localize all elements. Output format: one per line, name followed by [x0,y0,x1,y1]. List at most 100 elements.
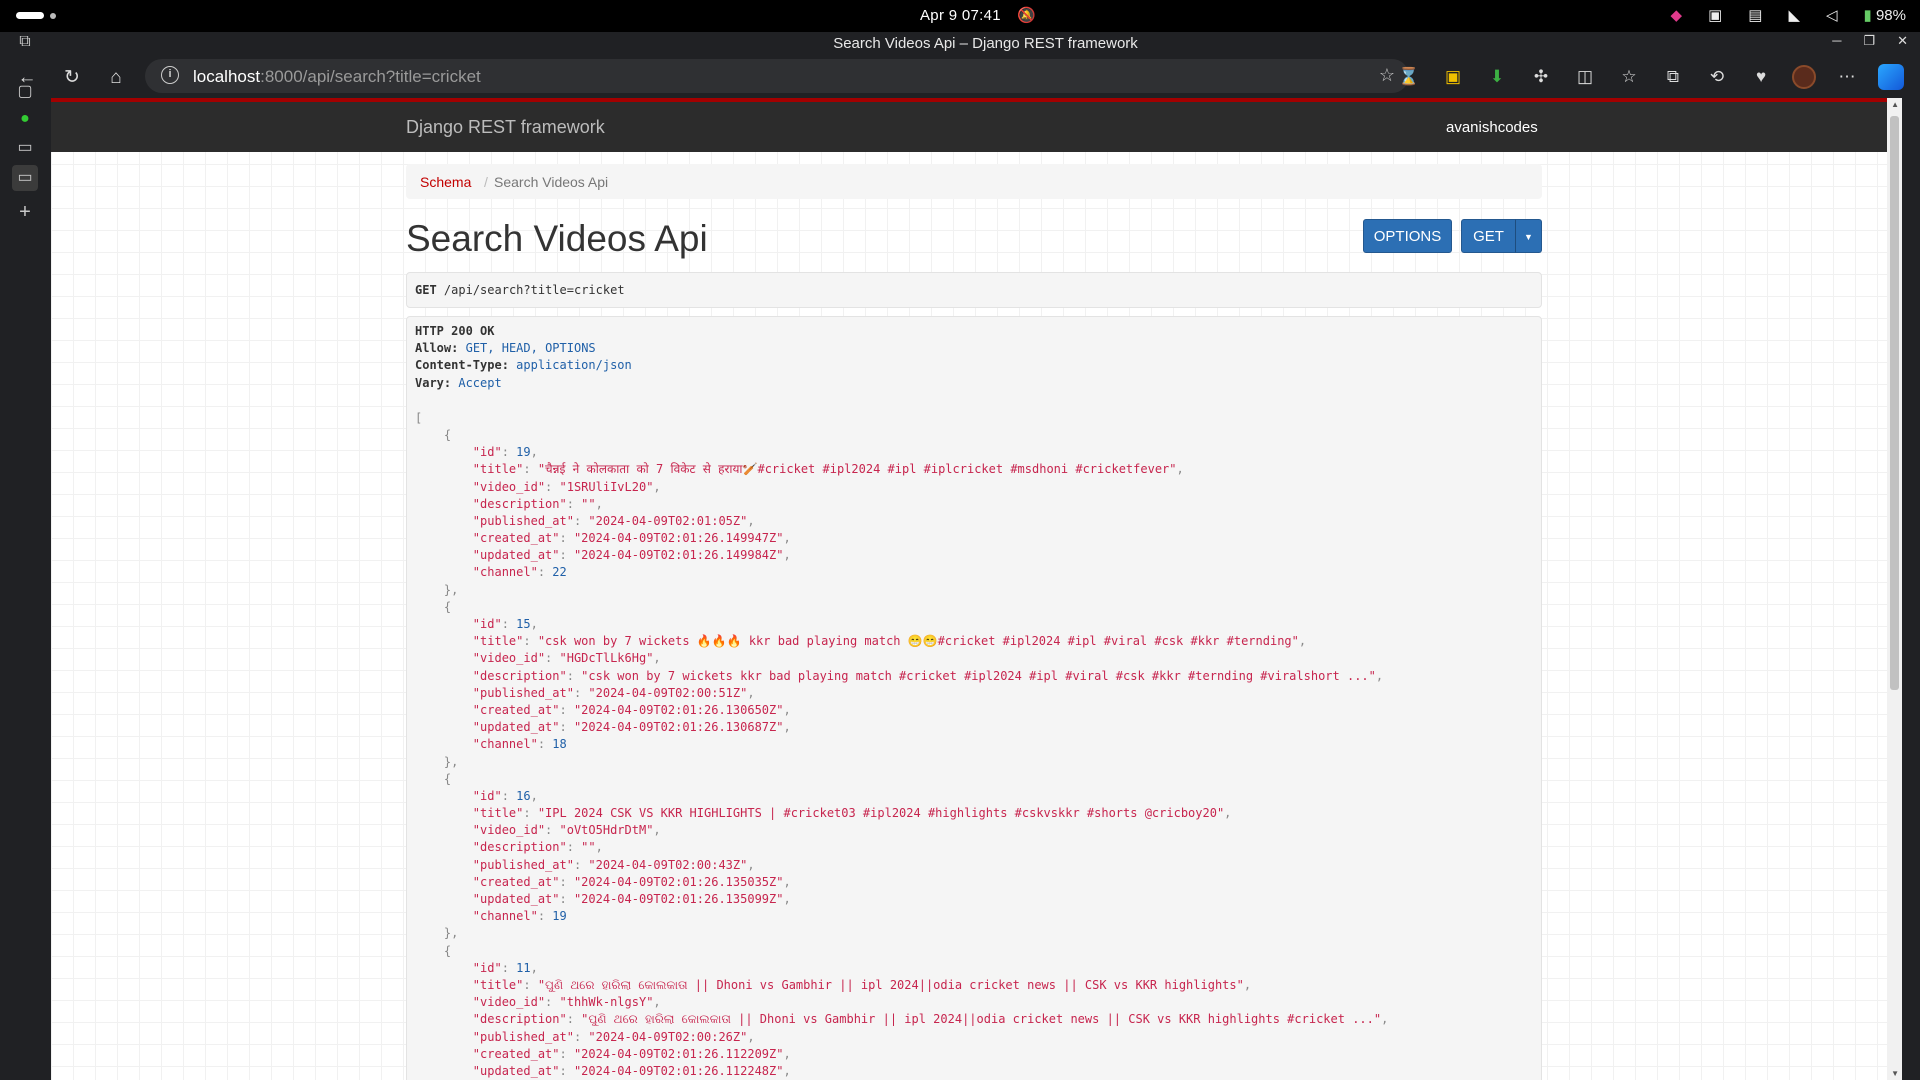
json-key-id: "id" [472,445,502,460]
json-colon: : [523,806,538,821]
profile-avatar[interactable] [1792,65,1816,89]
json-key-published_at: "published_at" [472,513,574,528]
json-colon: : [566,668,582,683]
performance-icon[interactable]: ♥ [1748,64,1774,90]
json-key-title: "title" [472,634,524,649]
options-button[interactable]: OPTIONS [1363,219,1452,253]
json-value-description: "csk won by 7 wickets kkr bad playing ma… [581,668,1376,683]
reload-icon[interactable]: ↻ [59,65,85,91]
json-key-video_id: "video_id" [472,995,546,1010]
json-colon: : [573,685,589,700]
favorite-star-icon[interactable]: ☆ [1379,65,1395,86]
notifications-muted-icon: 🔕 [1017,7,1036,24]
back-icon[interactable]: ← [14,65,40,91]
json-comma: , [595,840,603,855]
json-object-open: { [415,943,1533,960]
favorites-icon[interactable]: ☆ [1616,64,1642,90]
json-value-published_at: "2024-04-09T02:00:51Z" [588,685,748,700]
window-title: Search Videos Api – Django REST framewor… [833,35,1138,52]
json-object-close: }, [415,925,1533,942]
get-button[interactable]: GET [1461,219,1516,253]
json-comma: , [783,702,791,717]
json-key-title: "title" [472,806,524,821]
json-value-title: "csk won by 7 wickets 🔥🔥🔥 kkr bad playin… [537,634,1299,649]
volume-muted-icon[interactable]: ◁ [1826,6,1838,24]
restore-icon[interactable]: ❐ [1863,33,1875,49]
json-field-updated_at: "updated_at": "2024-04-09T02:01:26.13509… [415,891,1533,908]
battery-icon: ▮ [1863,7,1872,24]
content-type-header-value: application/json [516,358,632,373]
download-extension-icon[interactable]: ⬇ [1484,64,1510,90]
json-value-updated_at: "2024-04-09T02:01:26.130687Z" [573,720,784,735]
breadcrumb-schema-link[interactable]: Schema [420,174,471,190]
hourglass-extension-icon[interactable]: ⌛ [1396,64,1422,90]
json-key-title: "title" [472,977,524,992]
json-value-published_at: "2024-04-09T02:00:43Z" [588,857,748,872]
address-bar[interactable]: i localhost:8000/api/search?title=cricke… [145,59,1409,93]
tab-page-icon[interactable]: ▭ [12,135,38,161]
battery-indicator[interactable]: ▮ 98% [1864,6,1906,24]
json-key-description: "description" [472,668,567,683]
tab-active-page-icon[interactable]: ▭ [12,165,38,191]
new-tab-icon[interactable]: + [12,199,38,225]
json-key-description: "description" [472,1012,567,1027]
extensions-puzzle-icon[interactable]: ✣ [1528,64,1554,90]
yellow-extension-icon[interactable]: ▣ [1440,64,1466,90]
json-field-published_at: "published_at": "2024-04-09T02:01:05Z", [415,513,1533,530]
os-clock[interactable]: Apr 9 07:41 [920,7,1001,24]
json-value-published_at: "2024-04-09T02:00:26Z" [588,1029,748,1044]
json-field-video_id: "video_id": "1SRUliIvL20", [415,479,1533,496]
site-info-icon[interactable]: i [161,66,179,84]
json-comma: , [783,548,791,563]
page-scrollbar[interactable]: ▲ ▼ [1887,98,1902,1080]
system-tray[interactable]: ◆ ▣ ▤ ◣ ◁ ▮ 98% [1671,6,1906,24]
copilot-icon[interactable] [1878,64,1904,90]
json-value-title: "IPL 2024 CSK VS KKR HIGHLIGHTS | #crick… [537,806,1225,821]
json-array-open: [ [415,410,423,425]
json-value-id: 11 [516,960,531,975]
json-value-video_id: "thhWk-nlgsY" [559,995,654,1010]
json-value-channel: 18 [552,737,567,752]
format-dropdown-caret-icon[interactable]: ▼ [1515,219,1542,253]
json-field-updated_at: "updated_at": "2024-04-09T02:01:26.13068… [415,719,1533,736]
close-icon[interactable]: ✕ [1897,33,1908,49]
workspace-indicator[interactable] [16,12,44,19]
json-key-video_id: "video_id" [472,823,546,838]
json-colon: : [559,1063,574,1078]
json-colon: : [573,857,589,872]
color-app-icon[interactable]: ◆ [1671,6,1683,24]
browser-window: ⧉ ▢ ● ▭ ▭ + Search Videos Api – Django R… [0,32,1920,1080]
tab-favicon-green[interactable]: ● [12,106,38,132]
json-colon: : [545,651,560,666]
json-key-updated_at: "updated_at" [472,548,560,563]
json-field-description: "description": "", [415,839,1533,856]
home-icon[interactable]: ⌂ [103,65,129,91]
vary-header-key: Vary: [415,375,452,390]
collections-icon[interactable]: ⧉ [1660,64,1686,90]
json-value-video_id: "oVtO5HdrDtM" [559,823,654,838]
url-text[interactable]: localhost:8000/api/search?title=cricket [193,67,481,87]
drf-brand-link[interactable]: Django REST framework [406,117,605,138]
clipboard-icon[interactable]: ▤ [1748,6,1762,24]
json-comma: , [747,513,755,528]
more-menu-icon[interactable]: ⋯ [1834,64,1860,90]
workspace-dot[interactable] [50,13,56,19]
wifi-icon[interactable]: ◣ [1788,6,1800,24]
json-key-channel: "channel" [472,737,538,752]
json-value-published_at: "2024-04-09T02:01:05Z" [588,513,748,528]
json-object-open: { [415,771,1533,788]
response-status: HTTP 200 OK [415,324,495,338]
scroll-down-icon[interactable]: ▼ [1891,1069,1899,1078]
json-key-created_at: "created_at" [472,874,560,889]
json-key-video_id: "video_id" [472,651,546,666]
json-value-created_at: "2024-04-09T02:01:26.130650Z" [573,702,784,717]
workspaces-icon[interactable]: ⧉ [12,29,38,55]
minimize-icon[interactable]: ─ [1832,33,1841,49]
user-menu[interactable]: avanishcodes [1446,119,1538,136]
scroll-up-icon[interactable]: ▲ [1891,100,1899,109]
screenshot-icon[interactable]: ▣ [1708,6,1722,24]
history-icon[interactable]: ⟲ [1704,64,1730,90]
scroll-thumb[interactable] [1890,116,1899,690]
split-screen-icon[interactable]: ◫ [1572,64,1598,90]
json-field-title: "title": "ପୁଣି ଥରେ ହାରିଲା କୋଲକାତା || Dho… [415,977,1533,994]
